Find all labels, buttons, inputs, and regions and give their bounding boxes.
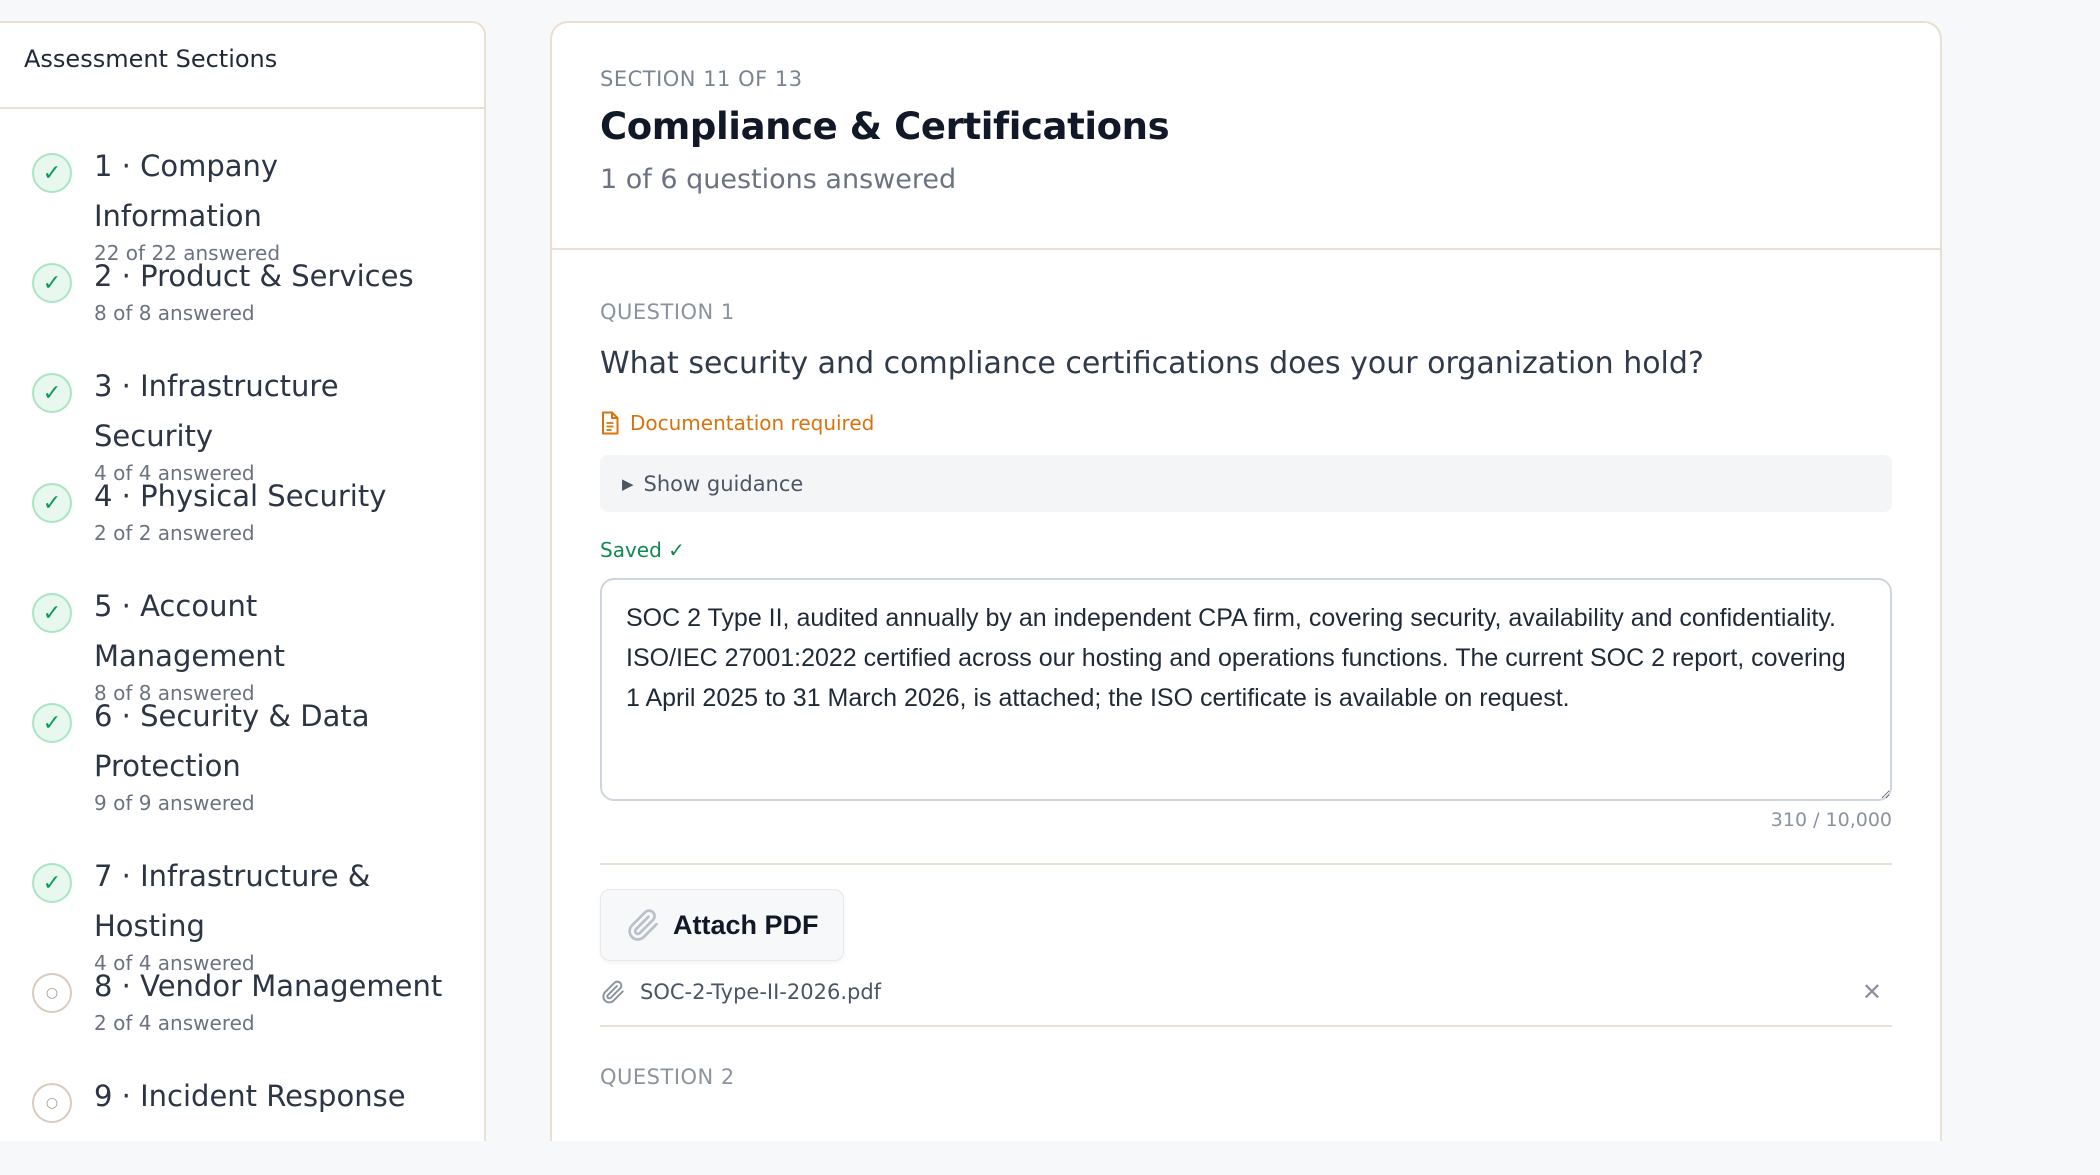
question-text: What security and compliance certificati… — [600, 346, 1704, 381]
remove-attachment-icon[interactable]: ✕ — [1862, 978, 1892, 1006]
answer-textarea[interactable] — [600, 578, 1892, 801]
sidebar-item-section-6[interactable]: ✓ 6 · Security & Data Protection 9 of 9 an… — [0, 685, 484, 845]
section-card: SECTION 11 OF 13 Compliance & Certificat… — [550, 21, 1942, 1141]
section-list: ✓ 1 · Company Information 22 of 22 answere… — [0, 135, 484, 1175]
sidebar-item-section-1[interactable]: ✓ 1 · Company Information 22 of 22 answere… — [0, 135, 484, 264]
sections-sidebar: Assessment Sections ✓ 1 · Company Informa… — [0, 21, 486, 1141]
question-1: QUESTION 1 What security and compliance … — [552, 250, 1940, 1089]
sidebar-item-label: 5 · Account Management — [94, 589, 286, 673]
paperclip-icon — [602, 980, 624, 1004]
attach-pdf-button[interactable]: Attach PDF — [600, 889, 844, 961]
sidebar-item-progress: 8 of 8 answered — [94, 301, 255, 325]
sidebar-item-text: 2 · Product & Services 8 of 8 answered — [94, 245, 444, 324]
attach-pdf-label: Attach PDF — [673, 909, 819, 940]
sidebar-item-text: 8 · Vendor Management 2 of 4 answered — [94, 955, 444, 1034]
show-guidance-label: Show guidance — [643, 471, 804, 496]
check-icon: ✓ — [32, 263, 72, 303]
question-label: QUESTION 1 — [600, 300, 735, 324]
section-progress: 1 of 6 questions answered — [600, 164, 957, 195]
check-icon: ✓ — [32, 703, 72, 743]
sidebar-item-section-7[interactable]: ✓ 7 · Infrastructure & Hosting 4 of 4 answ… — [0, 845, 484, 974]
check-icon: ✓ — [32, 593, 72, 633]
check-icon: ✓ — [32, 153, 72, 193]
check-icon: ✓ — [32, 373, 72, 413]
sidebar-item-section-9[interactable]: ○ 9 · Incident Response — [0, 1065, 484, 1175]
check-icon: ✓ — [32, 483, 72, 523]
section-header: SECTION 11 OF 13 Compliance & Certificat… — [552, 23, 1940, 250]
question-2-label: QUESTION 2 — [600, 1065, 735, 1089]
sidebar-item-section-3[interactable]: ✓ 3 · Infrastructure Security 4 of 4 answe… — [0, 355, 484, 484]
sidebar-item-section-4[interactable]: ✓ 4 · Physical Security 2 of 2 answered — [0, 465, 484, 575]
divider — [600, 1025, 1892, 1027]
documentation-required-text: Documentation required — [630, 411, 875, 435]
sidebar-item-label: 2 · Product & Services — [94, 259, 414, 293]
triangle-right-icon: ▶ — [622, 474, 634, 493]
paperclip-icon — [628, 909, 658, 941]
show-guidance-toggle[interactable]: ▶ Show guidance — [600, 455, 1892, 512]
character-count: 310 / 10,000 — [1770, 809, 1892, 831]
documentation-required-badge: Documentation required — [600, 411, 1892, 435]
sidebar-item-text: 6 · Security & Data Protection 9 of 9 ans… — [94, 685, 444, 814]
sidebar-item-progress: 2 of 4 answered — [94, 1011, 255, 1035]
empty-circle-icon: ○ — [32, 1083, 72, 1123]
divider — [600, 863, 1892, 865]
sidebar-item-label: 8 · Vendor Management — [94, 969, 443, 1003]
sidebar-item-section-2[interactable]: ✓ 2 · Product & Services 8 of 8 answered — [0, 245, 484, 355]
sidebar-item-section-8[interactable]: ○ 8 · Vendor Management 2 of 4 answered — [0, 955, 484, 1065]
attachment-row: SOC-2-Type-II-2026.pdf ✕ — [600, 975, 1892, 1009]
empty-circle-icon: ○ — [32, 973, 72, 1013]
sidebar-item-label: 6 · Security & Data Protection — [94, 699, 370, 783]
section-title: Compliance & Certifications — [600, 105, 1170, 148]
sidebar-title: Assessment Sections — [0, 23, 484, 109]
sidebar-item-label: 9 · Incident Response — [94, 1079, 406, 1113]
sidebar-item-section-5[interactable]: ✓ 5 · Account Management 8 of 8 answered — [0, 575, 484, 704]
section-number-label: SECTION 11 OF 13 — [600, 67, 803, 91]
saved-status: Saved ✓ — [600, 538, 685, 562]
sidebar-item-text: 4 · Physical Security 2 of 2 answered — [94, 465, 444, 544]
sidebar-item-progress: 9 of 9 answered — [94, 791, 255, 815]
sidebar-item-label: 7 · Infrastructure & Hosting — [94, 859, 371, 943]
sidebar-item-text: 9 · Incident Response — [94, 1065, 444, 1122]
sidebar-item-label: 4 · Physical Security — [94, 479, 387, 513]
check-icon: ✓ — [32, 863, 72, 903]
sidebar-item-label: 3 · Infrastructure Security — [94, 369, 339, 453]
attachment-filename[interactable]: SOC-2-Type-II-2026.pdf — [640, 980, 1862, 1004]
sidebar-item-label: 1 · Company Information — [94, 149, 279, 233]
sidebar-item-progress: 2 of 2 answered — [94, 521, 255, 545]
document-icon — [602, 411, 619, 435]
